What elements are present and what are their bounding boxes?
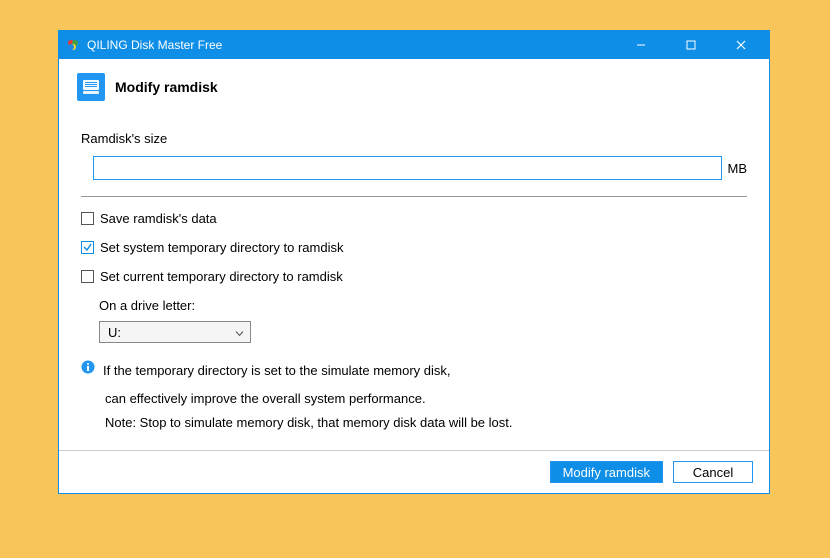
chevron-down-icon [235, 325, 244, 340]
maximize-button[interactable] [677, 35, 705, 55]
app-window: QILING Disk Master Free Modify ramdisk [58, 30, 770, 494]
button-label: Modify ramdisk [563, 465, 650, 480]
window-controls [627, 35, 755, 55]
dialog-footer: Modify ramdisk Cancel [59, 450, 769, 493]
checkbox-label: Set current temporary directory to ramdi… [100, 269, 343, 284]
size-row: MB [81, 156, 747, 180]
checkbox-system-temp[interactable]: Set system temporary directory to ramdis… [81, 240, 747, 255]
button-label: Cancel [693, 465, 733, 480]
checkbox-current-temp[interactable]: Set current temporary directory to ramdi… [81, 269, 747, 284]
info-block: If the temporary directory is set to the… [81, 359, 747, 382]
dialog-header: Modify ramdisk [59, 59, 769, 121]
app-icon [65, 37, 81, 53]
size-unit: MB [728, 161, 748, 176]
size-input[interactable] [93, 156, 722, 180]
checkbox-icon [81, 212, 94, 225]
dialog-content: Ramdisk's size MB Save ramdisk's data Se… [59, 131, 769, 434]
titlebar: QILING Disk Master Free [59, 31, 769, 59]
ramdisk-icon [77, 73, 105, 101]
info-icon [81, 360, 95, 377]
close-button[interactable] [727, 35, 755, 55]
checkbox-save-data[interactable]: Save ramdisk's data [81, 211, 747, 226]
checkbox-label: Set system temporary directory to ramdis… [100, 240, 343, 255]
drive-selected: U: [108, 325, 121, 340]
cancel-button[interactable]: Cancel [673, 461, 753, 483]
checkbox-icon [81, 270, 94, 283]
drive-label: On a drive letter: [99, 298, 747, 313]
minimize-button[interactable] [627, 35, 655, 55]
divider [81, 196, 747, 197]
info-line-2: can effectively improve the overall syst… [81, 387, 747, 410]
drive-block: On a drive letter: U: [81, 298, 747, 343]
drive-select[interactable]: U: [99, 321, 251, 343]
modify-button[interactable]: Modify ramdisk [550, 461, 663, 483]
size-label: Ramdisk's size [81, 131, 747, 146]
dialog-title: Modify ramdisk [115, 79, 218, 95]
checkbox-icon [81, 241, 94, 254]
info-line-1: If the temporary directory is set to the… [103, 359, 451, 382]
info-line-3: Note: Stop to simulate memory disk, that… [81, 411, 747, 434]
window-title: QILING Disk Master Free [87, 38, 627, 52]
checkbox-label: Save ramdisk's data [100, 211, 217, 226]
